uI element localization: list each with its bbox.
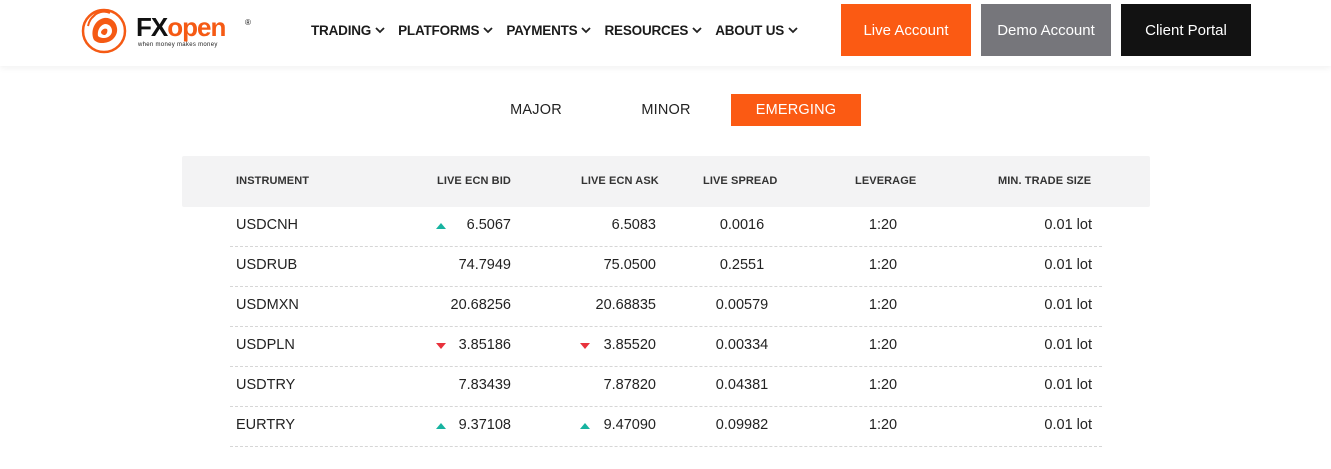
bid-cell: 74.7949 xyxy=(458,257,511,273)
demo-account-button[interactable]: Demo Account xyxy=(981,4,1111,56)
leverage-cell: 1:20 xyxy=(868,377,898,393)
header-leverage: LEVERAGE xyxy=(855,175,917,187)
chevron-down-icon xyxy=(483,26,493,33)
leverage-cell: 1:20 xyxy=(868,217,898,233)
header-min-trade-size: MIN. TRADE SIZE xyxy=(998,175,1092,187)
nav-item-resources[interactable]: RESOURCES xyxy=(604,20,702,40)
min-size-cell: 0.01 lot xyxy=(1044,257,1092,273)
logo-fx-text: FX xyxy=(136,12,168,42)
lion-logo-icon xyxy=(81,8,127,54)
tab-major[interactable]: MAJOR xyxy=(471,94,601,126)
header-bid: LIVE ECN BID xyxy=(437,175,511,187)
logo-open-text: open xyxy=(167,12,226,42)
chevron-down-icon xyxy=(375,26,385,33)
min-size-cell: 0.01 lot xyxy=(1044,337,1092,353)
spread-cell: 0.04381 xyxy=(715,377,769,393)
table-row: USDCNH 6.5067 6.5083 0.0016 1:20 0.01 lo… xyxy=(230,207,1102,247)
nav-label: TRADING xyxy=(311,22,372,38)
up-arrow-icon xyxy=(436,223,446,229)
logo-wordmark: FXopen xyxy=(136,12,226,42)
bid-cell: 7.83439 xyxy=(458,377,511,393)
registered-mark: ® xyxy=(245,18,251,27)
up-arrow-icon xyxy=(436,423,446,429)
instrument-cell: USDPLN xyxy=(236,337,295,353)
header-instrument: INSTRUMENT xyxy=(236,175,310,187)
bid-cell: 9.37108 xyxy=(458,417,511,433)
nav-item-about-us[interactable]: ABOUT US xyxy=(715,20,798,40)
ask-cell: 7.87820 xyxy=(603,377,656,393)
nav-label: PAYMENTS xyxy=(506,22,578,38)
leverage-cell: 1:20 xyxy=(868,417,898,433)
nav-label: RESOURCES xyxy=(604,22,689,38)
min-size-cell: 0.01 lot xyxy=(1044,217,1092,233)
spread-cell: 0.00334 xyxy=(715,337,769,353)
nav-item-payments[interactable]: PAYMENTS xyxy=(506,20,592,40)
leverage-cell: 1:20 xyxy=(868,297,898,313)
up-arrow-icon xyxy=(580,423,590,429)
instrument-cell: EURTRY xyxy=(236,417,296,433)
spread-cell: 0.09982 xyxy=(715,417,769,433)
bid-cell: 20.68256 xyxy=(450,297,511,313)
header-spread: LIVE SPREAD xyxy=(703,175,778,187)
instrument-cell: USDTRY xyxy=(236,377,296,393)
ask-cell: 3.85520 xyxy=(603,337,656,353)
nav-item-platforms[interactable]: PLATFORMS xyxy=(398,20,493,40)
instrument-cell: USDCNH xyxy=(236,217,299,233)
nav-label: PLATFORMS xyxy=(398,22,480,38)
min-size-cell: 0.01 lot xyxy=(1044,377,1092,393)
header-ask: LIVE ECN ASK xyxy=(581,175,659,187)
bid-cell: 3.85186 xyxy=(458,337,511,353)
down-arrow-icon xyxy=(580,343,590,349)
instrument-cell: USDMXN xyxy=(236,297,299,313)
tab-emerging[interactable]: EMERGING xyxy=(731,94,861,126)
min-size-cell: 0.01 lot xyxy=(1044,297,1092,313)
min-size-cell: 0.01 lot xyxy=(1044,417,1092,433)
chevron-down-icon xyxy=(581,26,592,33)
tab-minor[interactable]: MINOR xyxy=(601,94,731,126)
spread-cell: 0.00579 xyxy=(715,297,769,313)
nav-label: ABOUT US xyxy=(715,22,785,38)
site-header: FXopen ® when money makes money TRADING … xyxy=(0,0,1331,66)
fxopen-logo[interactable]: FXopen ® when money makes money xyxy=(80,6,255,56)
spread-cell: 0.2551 xyxy=(719,257,765,273)
table-row: USDRUB 74.7949 75.0500 0.2551 1:20 0.01 … xyxy=(230,247,1102,287)
main-nav: TRADING PLATFORMS PAYMENTS RESOURCES ABO… xyxy=(311,20,811,40)
instrument-cell: USDRUB xyxy=(236,257,298,273)
live-account-button[interactable]: Live Account xyxy=(841,4,971,56)
down-arrow-icon xyxy=(436,343,446,349)
table-row: USDTRY 7.83439 7.87820 0.04381 1:20 0.01… xyxy=(230,367,1102,407)
chevron-down-icon xyxy=(692,26,702,33)
leverage-cell: 1:20 xyxy=(868,337,898,353)
table-body: USDCNH 6.5067 6.5083 0.0016 1:20 0.01 lo… xyxy=(230,207,1102,447)
table-header: INSTRUMENT LIVE ECN BID LIVE ECN ASK LIV… xyxy=(182,156,1150,207)
ask-cell: 20.68835 xyxy=(595,297,656,313)
leverage-cell: 1:20 xyxy=(868,257,898,273)
table-row: USDMXN 20.68256 20.68835 0.00579 1:20 0.… xyxy=(230,287,1102,327)
ask-cell: 6.5083 xyxy=(611,217,656,233)
ask-cell: 9.47090 xyxy=(603,417,656,433)
chevron-down-icon xyxy=(788,26,798,33)
table-row: EURTRY 9.37108 9.47090 0.09982 1:20 0.01… xyxy=(230,407,1102,447)
logo-tagline: when money makes money xyxy=(138,42,218,48)
bid-cell: 6.5067 xyxy=(466,217,511,233)
client-portal-button[interactable]: Client Portal xyxy=(1121,4,1251,56)
table-row: USDPLN 3.85186 3.85520 0.00334 1:20 0.01… xyxy=(230,327,1102,367)
spread-cell: 0.0016 xyxy=(719,217,765,233)
ask-cell: 75.0500 xyxy=(603,257,656,273)
nav-item-trading[interactable]: TRADING xyxy=(311,20,385,40)
